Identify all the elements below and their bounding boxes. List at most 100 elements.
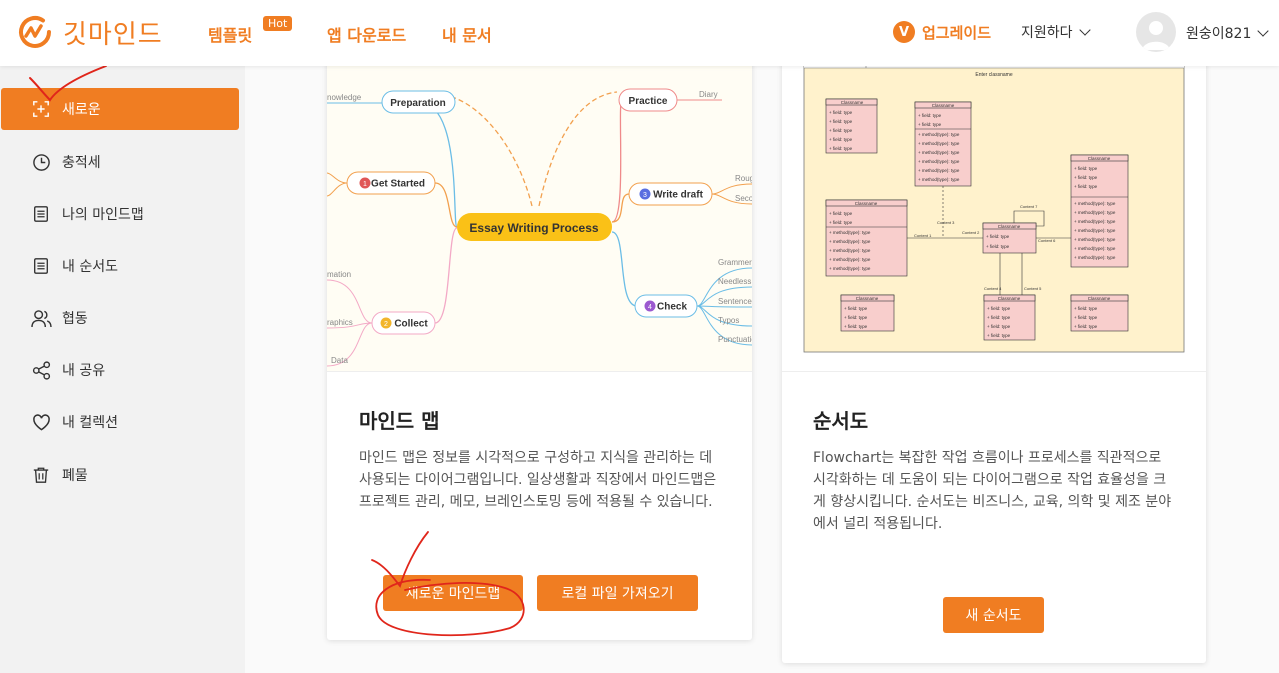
user-avatar-icon bbox=[1142, 21, 1170, 50]
svg-text:+ field: type: + field: type bbox=[918, 122, 942, 127]
document-icon bbox=[30, 255, 52, 277]
mindmap-leaf: Sentence bbox=[718, 297, 752, 306]
svg-text:+ field: type: + field: type bbox=[829, 220, 853, 225]
sidebar-item-my-shares[interactable]: 내 공유 bbox=[1, 349, 239, 391]
mindmap-leaf: raphics bbox=[327, 318, 353, 327]
uml-class: Classname + field: type + field: type + … bbox=[983, 294, 1036, 341]
sidebar-item-recent[interactable]: 충적세 bbox=[1, 141, 239, 183]
svg-text:+ method(type): type: + method(type): type bbox=[1074, 246, 1116, 251]
flowchart-preview: Enter classname Classname + field: type … bbox=[782, 56, 1206, 372]
node-number-badge: 4 bbox=[648, 304, 652, 311]
svg-text:+ method(type): type: + method(type): type bbox=[829, 266, 871, 271]
card-title: 순서도 bbox=[813, 409, 869, 433]
svg-text:Classname: Classname bbox=[841, 100, 864, 105]
sidebar-item-new[interactable]: 새로운 bbox=[1, 88, 239, 130]
svg-text:+ field: type: + field: type bbox=[829, 119, 853, 124]
svg-text:+ field: type: + field: type bbox=[986, 234, 1010, 239]
uml-class: Classname + field: type + field: type + … bbox=[914, 101, 972, 187]
svg-text:Classname: Classname bbox=[856, 296, 879, 301]
svg-text:+ field: type: + field: type bbox=[918, 113, 942, 118]
logo-text: 깃마인드 bbox=[63, 19, 163, 50]
mindmap-node: Write draft bbox=[653, 190, 703, 201]
svg-text:+ field: type: + field: type bbox=[987, 315, 1011, 320]
user-menu[interactable]: 원숭이821 bbox=[1186, 23, 1270, 43]
sidebar-item-my-collection[interactable]: 내 컬렉션 bbox=[1, 401, 239, 443]
svg-text:+ method(type): type: + method(type): type bbox=[829, 230, 871, 235]
mindmap-leaf: Data bbox=[331, 356, 348, 365]
sidebar-item-label: 폐물 bbox=[62, 468, 88, 484]
svg-text:+ method(type): type: + method(type): type bbox=[829, 248, 871, 253]
nav-my-documents[interactable]: 내 문서 bbox=[442, 22, 492, 46]
svg-text:+ field: type: + field: type bbox=[829, 146, 853, 151]
connector-label: Content 6 bbox=[1038, 238, 1056, 243]
svg-text:+ field: type: + field: type bbox=[844, 324, 868, 329]
connector-label: Content 4 bbox=[984, 286, 1002, 291]
username: 원숭이821 bbox=[1186, 26, 1252, 42]
svg-text:+ field: type: + field: type bbox=[1074, 184, 1098, 189]
uml-class: Classname + field: type + field: type + … bbox=[825, 199, 908, 277]
node-number-badge: 1 bbox=[363, 181, 367, 188]
trash-icon bbox=[30, 464, 52, 486]
mindmap-card: Essay Writing Process Preparation 1 Get … bbox=[327, 56, 752, 640]
svg-text:+ field: type: + field: type bbox=[829, 137, 853, 142]
svg-text:+ method(type): type: + method(type): type bbox=[1074, 228, 1116, 233]
mindmap-leaf: Grammer bbox=[718, 258, 752, 267]
svg-text:+ field: type: + field: type bbox=[829, 110, 853, 115]
support-dropdown[interactable]: 지원하다 bbox=[1021, 22, 1091, 42]
main-content: Essay Writing Process Preparation 1 Get … bbox=[245, 56, 1279, 673]
sidebar-item-label: 내 순서도 bbox=[62, 259, 118, 275]
svg-text:+ method(type): type: + method(type): type bbox=[918, 141, 960, 146]
diagram-caption: Enter classname bbox=[975, 72, 1012, 78]
mindmap-preview: Essay Writing Process Preparation 1 Get … bbox=[327, 56, 752, 372]
sidebar: 새로운 충적세 나의 마인드맵 내 순서도 협동 내 공유 내 컬렉션 폐물 bbox=[0, 66, 245, 673]
uml-class: Classname + field: type + field: type + … bbox=[1070, 154, 1129, 268]
svg-text:Classname: Classname bbox=[932, 103, 955, 108]
svg-text:+ method(type): type: + method(type): type bbox=[829, 239, 871, 244]
svg-text:+ method(type): type: + method(type): type bbox=[918, 150, 960, 155]
sidebar-item-my-mindmaps[interactable]: 나의 마인드맵 bbox=[1, 193, 239, 235]
sidebar-item-my-flowcharts[interactable]: 내 순서도 bbox=[1, 245, 239, 287]
mindmap-leaf: mation bbox=[327, 270, 351, 279]
logo[interactable]: 깃마인드 bbox=[15, 12, 163, 52]
svg-text:+ method(type): type: + method(type): type bbox=[918, 132, 960, 137]
mindmap-leaf: Punctuatio bbox=[718, 335, 752, 344]
svg-text:+ field: type: + field: type bbox=[844, 315, 868, 320]
svg-text:+ method(type): type: + method(type): type bbox=[918, 177, 960, 182]
node-number-badge: 2 bbox=[384, 321, 388, 328]
svg-text:+ method(type): type: + method(type): type bbox=[1074, 201, 1116, 206]
users-icon bbox=[30, 307, 52, 329]
svg-text:+ field: type: + field: type bbox=[1074, 306, 1098, 311]
new-flowchart-button[interactable]: 새 순서도 bbox=[943, 597, 1044, 633]
sidebar-item-trash[interactable]: 폐물 bbox=[1, 454, 239, 496]
nav-templates[interactable]: 템플릿 bbox=[208, 22, 252, 46]
svg-text:+ field: type: + field: type bbox=[1074, 166, 1098, 171]
connector-label: Content 5 bbox=[1024, 286, 1042, 291]
vip-icon: V bbox=[893, 21, 915, 43]
logo-icon bbox=[19, 16, 51, 48]
uml-class: Classname + field: type + field: type + … bbox=[825, 98, 878, 154]
share-icon bbox=[30, 359, 52, 381]
chevron-down-icon bbox=[1257, 25, 1270, 37]
sidebar-item-label: 내 공유 bbox=[62, 363, 106, 379]
card-description: 마인드 맵은 정보를 시각적으로 구성하고 지식을 관리하는 데 사용되는 다이… bbox=[359, 450, 717, 510]
upgrade-button[interactable]: V 업그레이드 bbox=[893, 21, 991, 43]
svg-text:+ field: type: + field: type bbox=[844, 306, 868, 311]
new-mindmap-button[interactable]: 새로운 마인드맵 bbox=[383, 575, 523, 611]
card-description: Flowchart는 복잡한 작업 흐름이나 프로세스를 직관적으로 시각화하는… bbox=[813, 450, 1172, 532]
chevron-down-icon bbox=[1078, 24, 1091, 36]
nav-app-download[interactable]: 앱 다운로드 bbox=[327, 22, 406, 46]
avatar[interactable] bbox=[1136, 12, 1176, 52]
sidebar-item-collaboration[interactable]: 협동 bbox=[1, 297, 239, 339]
svg-text:+ method(type): type: + method(type): type bbox=[1074, 237, 1116, 242]
top-header: 깃마인드 템플릿 Hot 앱 다운로드 내 문서 V 업그레이드 지원하다 원숭… bbox=[0, 0, 1279, 66]
sidebar-item-label: 협동 bbox=[62, 311, 88, 327]
import-local-file-button[interactable]: 로컬 파일 가져오기 bbox=[537, 575, 698, 611]
connector-label: Content 2 bbox=[962, 230, 980, 235]
mindmap-node: Get Started bbox=[371, 179, 425, 190]
node-number-badge: 3 bbox=[643, 192, 647, 199]
svg-text:+ field: type: + field: type bbox=[1074, 315, 1098, 320]
uml-class: Classname + field: type + field: type + … bbox=[1070, 294, 1129, 332]
sidebar-item-label: 내 컬렉션 bbox=[62, 415, 118, 431]
hot-badge: Hot bbox=[263, 16, 293, 31]
svg-text:+ field: type: + field: type bbox=[987, 306, 1011, 311]
